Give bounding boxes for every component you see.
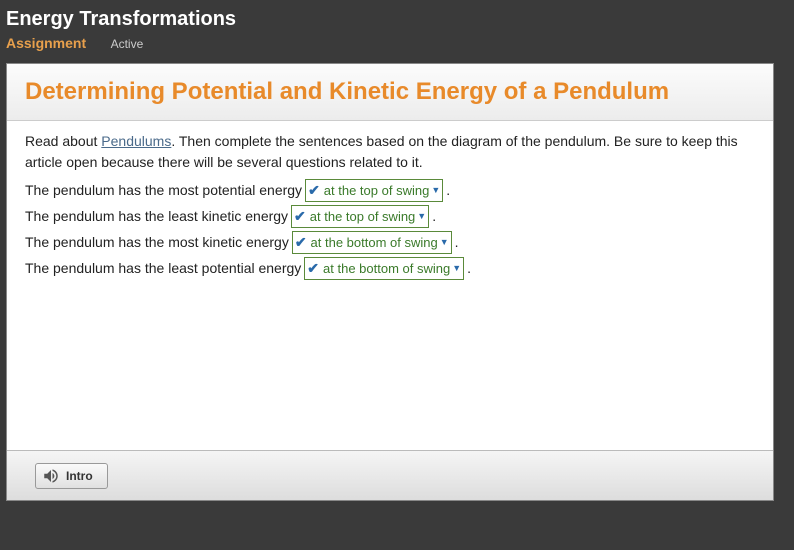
chevron-down-icon: ▼	[417, 210, 426, 224]
answer-text: at the bottom of swing	[311, 233, 438, 253]
check-icon: ✔	[307, 258, 319, 279]
sentence-after: .	[467, 258, 471, 279]
chevron-down-icon: ▼	[452, 262, 461, 276]
sentence-row: The pendulum has the least potential ene…	[25, 257, 755, 280]
answer-text: at the top of swing	[310, 207, 416, 227]
page-title: Energy Transformations	[6, 8, 788, 31]
subheader: Assignment Active	[6, 35, 788, 53]
answer-dropdown[interactable]: ✔ at the top of swing ▼	[305, 179, 443, 202]
chevron-down-icon: ▼	[431, 184, 440, 198]
check-icon: ✔	[295, 232, 307, 253]
answer-text: at the top of swing	[324, 181, 430, 201]
sentence-before: The pendulum has the most kinetic energy	[25, 232, 289, 253]
content-body: Read about Pendulums. Then complete the …	[7, 121, 773, 293]
answer-dropdown[interactable]: ✔ at the bottom of swing ▼	[304, 257, 464, 280]
chevron-down-icon: ▼	[440, 236, 449, 250]
sentence-row: The pendulum has the most kinetic energy…	[25, 231, 755, 254]
sentence-row: The pendulum has the least kinetic energ…	[25, 205, 755, 228]
check-icon: ✔	[308, 180, 320, 201]
sentence-before: The pendulum has the least potential ene…	[25, 258, 301, 279]
sentence-before: The pendulum has the least kinetic energ…	[25, 206, 288, 227]
sentence-after: .	[446, 180, 450, 201]
app-header: Energy Transformations Assignment Active	[0, 0, 794, 59]
pendulums-link[interactable]: Pendulums	[101, 133, 171, 149]
speaker-icon	[42, 467, 60, 485]
question-title: Determining Potential and Kinetic Energy…	[25, 78, 755, 106]
answer-text: at the bottom of swing	[323, 259, 450, 279]
answer-dropdown[interactable]: ✔ at the bottom of swing ▼	[292, 231, 452, 254]
answer-dropdown[interactable]: ✔ at the top of swing ▼	[291, 205, 429, 228]
intro-button-label: Intro	[66, 469, 93, 483]
sentence-after: .	[455, 232, 459, 253]
intro-button[interactable]: Intro	[35, 463, 108, 489]
status-label: Active	[111, 37, 144, 51]
intro-text: Read about Pendulums. Then complete the …	[25, 131, 755, 173]
sentence-before: The pendulum has the most potential ener…	[25, 180, 302, 201]
assignment-label: Assignment	[6, 35, 86, 51]
footer-bar: Intro	[7, 450, 773, 500]
check-icon: ✔	[294, 206, 306, 227]
question-header: Determining Potential and Kinetic Energy…	[7, 64, 773, 121]
sentence-after: .	[432, 206, 436, 227]
content-panel: Determining Potential and Kinetic Energy…	[6, 63, 774, 501]
intro-prefix: Read about	[25, 133, 101, 149]
sentence-row: The pendulum has the most potential ener…	[25, 179, 755, 202]
